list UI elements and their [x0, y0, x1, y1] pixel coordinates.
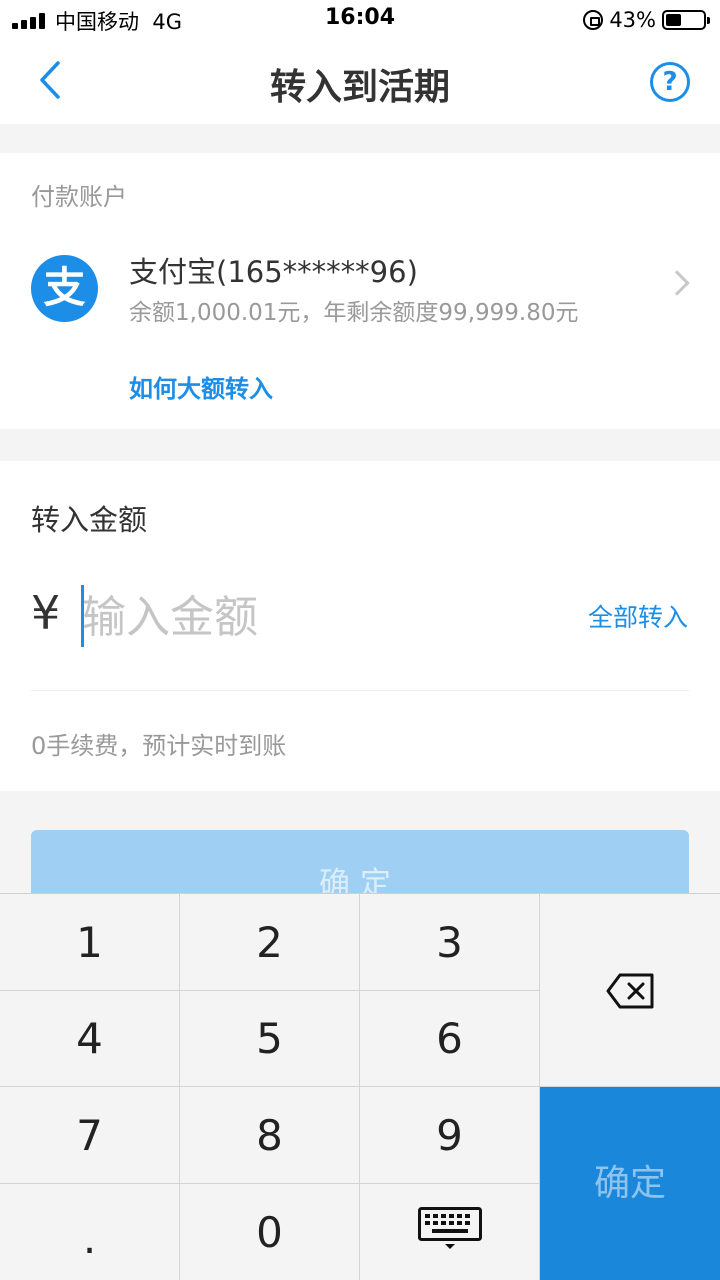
- keyboard-confirm-key[interactable]: 确定: [540, 1087, 720, 1280]
- keyboard-hide-button[interactable]: [360, 1184, 540, 1280]
- key-4[interactable]: 4: [0, 991, 180, 1087]
- status-right: 43%: [583, 6, 710, 34]
- key-dot[interactable]: .: [0, 1184, 180, 1280]
- amount-label: 转入金额: [31, 503, 148, 537]
- account-name: 支付宝(165******96): [129, 255, 418, 289]
- help-icon[interactable]: ?: [650, 62, 690, 102]
- page-title: 转入到活期: [269, 67, 450, 108]
- amount-input[interactable]: [82, 583, 552, 651]
- rotation-lock-icon: [583, 10, 604, 30]
- battery-fill: [666, 14, 681, 26]
- alipay-logo-icon: 支: [31, 255, 98, 322]
- payment-account-label: 付款账户: [31, 183, 127, 211]
- large-transfer-link[interactable]: 如何大额转入: [129, 369, 273, 404]
- fee-note: 0手续费，预计实时到账: [31, 732, 287, 760]
- battery-percent: 43%: [609, 8, 656, 32]
- chevron-right-icon: [664, 270, 690, 296]
- numeric-keyboard: 1 2 3 4 5 6 7 8 9 . 0 确定: [0, 893, 720, 1280]
- key-6[interactable]: 6: [360, 991, 540, 1087]
- keyboard-icon: [418, 1207, 482, 1249]
- battery-icon: [662, 10, 710, 30]
- backspace-key[interactable]: [540, 894, 720, 1087]
- key-8[interactable]: 8: [180, 1087, 360, 1184]
- nav-bar: 转入到活期 ?: [0, 40, 720, 124]
- key-3[interactable]: 3: [360, 894, 540, 991]
- transfer-all-button[interactable]: 全部转入: [588, 598, 688, 634]
- payment-account-selector[interactable]: 支 支付宝(165******96) 余额1,000.01元，年剩余额度99,9…: [0, 233, 720, 343]
- account-balance: 余额1,000.01元，年剩余额度99,999.80元: [129, 300, 579, 326]
- divider: [31, 690, 689, 691]
- key-7[interactable]: 7: [0, 1087, 180, 1184]
- key-5[interactable]: 5: [180, 991, 360, 1087]
- key-2[interactable]: 2: [180, 894, 360, 991]
- amount-card: 转入金额 ¥ 全部转入 0手续费，预计实时到账: [0, 461, 720, 791]
- key-0[interactable]: 0: [180, 1184, 360, 1280]
- backspace-icon: [606, 973, 654, 1009]
- currency-symbol: ¥: [31, 586, 61, 640]
- payment-account-card: 付款账户 支 支付宝(165******96) 余额1,000.01元，年剩余额…: [0, 153, 720, 429]
- status-bar: 中国移动 4G 16:04 43%: [0, 0, 720, 40]
- key-9[interactable]: 9: [360, 1087, 540, 1184]
- key-1[interactable]: 1: [0, 894, 180, 991]
